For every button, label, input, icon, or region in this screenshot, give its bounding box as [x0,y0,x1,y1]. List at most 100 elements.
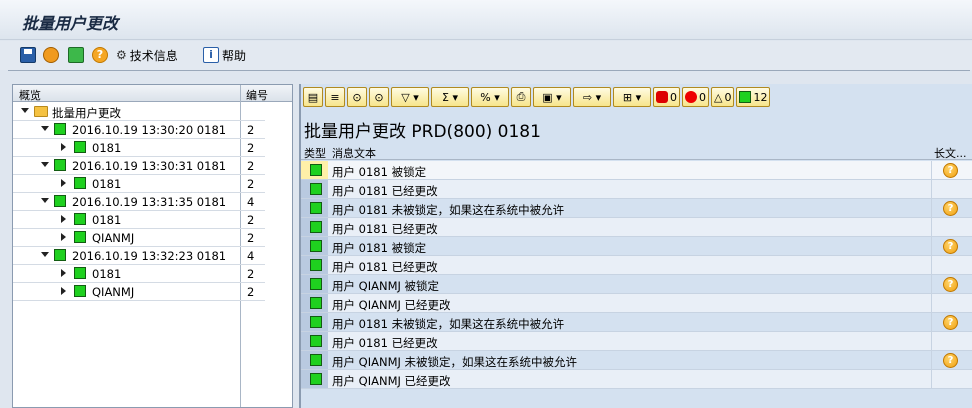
tree-node-label: 0181 [92,177,122,191]
status-green-icon [74,285,86,297]
long-text-cell: ? [931,313,972,331]
message-row[interactable]: 用户 QIANMJ 被锁定? [301,275,972,294]
success-counter-button[interactable]: 12 [736,87,771,107]
collapsed-arrow-icon[interactable] [61,215,66,223]
long-text-cell [931,256,972,274]
save-icon [20,47,36,63]
refresh-icon [43,47,59,63]
collapsed-arrow-icon[interactable] [61,143,66,151]
collapsed-arrow-icon[interactable] [61,269,66,277]
subtotal-button[interactable]: % ▾ [471,87,509,107]
message-row[interactable]: 用户 0181 未被锁定，如果这在系统中被允许? [301,313,972,332]
tree-run-node[interactable]: 2016.10.19 13:30:20 0181 2 [13,121,265,139]
tech-info-icon: ⚙ [116,48,127,62]
tree-user-node[interactable]: 0181 2 [13,265,265,283]
help-button[interactable]: i 帮助 [203,46,246,64]
long-text-help-icon[interactable]: ? [943,353,958,368]
tree-user-node[interactable]: 0181 2 [13,139,265,157]
tree-node-count: 2 [247,141,255,155]
expanded-arrow-icon[interactable] [41,252,49,257]
stop-count: 0 [670,90,677,104]
long-text-column-header[interactable]: 长文... [934,145,967,161]
tree-node-label: QIANMJ [92,285,135,299]
collapsed-arrow-icon[interactable] [61,233,66,241]
tree-node-count: 2 [247,159,255,173]
find-alv-button[interactable]: ⊙ [347,87,367,107]
message-text: 用户 0181 未被锁定，如果这在系统中被允许 [332,203,565,217]
binoculars-icon: ⊙ [352,90,362,104]
collapsed-arrow-icon[interactable] [61,179,66,187]
message-text: 用户 QIANMJ 已经更改 [332,374,451,388]
alv-toolbar: ▤ ≡ ⊙ ⊙ ▽ ▾ Σ ▾ % ▾ ⎙ ▣ ▾ ⇨ ▾ ⊞ ▾ 0 0 △ 0… [303,87,771,107]
tree-root-node[interactable]: 批量用户更改 [13,103,265,121]
expanded-arrow-icon[interactable] [41,198,49,203]
stop-counter-button[interactable]: 0 [653,87,680,107]
help-circle-button[interactable]: ? [92,46,108,64]
tech-info-button[interactable]: ⚙ 技术信息 [116,46,178,64]
export-button[interactable]: ⇨ ▾ [573,87,611,107]
warning-count: 0 [724,90,732,104]
collapsed-arrow-icon[interactable] [61,287,66,295]
long-text-cell [931,370,972,388]
tree-run-node[interactable]: 2016.10.19 13:30:31 0181 2 [13,157,265,175]
tree-node-label: 2016.10.19 13:30:20 0181 [72,123,227,137]
expanded-arrow-icon[interactable] [41,162,49,167]
message-row[interactable]: 用户 0181 被锁定? [301,161,972,180]
find-button[interactable] [68,46,84,64]
message-row[interactable]: 用户 0181 已经更改 [301,218,972,237]
long-text-help-icon[interactable]: ? [943,201,958,216]
long-text-help-icon[interactable]: ? [943,163,958,178]
title-bar: 批量用户更改 [0,0,972,40]
message-row[interactable]: 用户 QIANMJ 已经更改 [301,370,972,389]
message-text: 用户 0181 已经更改 [332,260,438,274]
refresh-button[interactable] [43,46,59,64]
toolbar-divider [8,70,970,71]
filter-button[interactable]: ▽ ▾ [391,87,429,107]
long-text-help-icon[interactable]: ? [943,315,958,330]
tree-node-count: 2 [247,267,255,281]
long-text-cell [931,180,972,198]
find-icon [68,47,84,63]
message-row[interactable]: 用户 0181 已经更改 [301,256,972,275]
type-column-header[interactable]: 类型 [304,145,326,161]
tree-user-node[interactable]: 0181 2 [13,175,265,193]
sort-button[interactable]: ≡ [325,87,345,107]
print-button[interactable]: ⎙ [511,87,531,107]
message-row[interactable]: 用户 0181 被锁定? [301,237,972,256]
message-row[interactable]: 用户 0181 未被锁定，如果这在系统中被允许? [301,199,972,218]
save-button[interactable] [20,46,36,64]
text-column-header[interactable]: 消息文本 [332,145,376,161]
long-text-help-icon[interactable]: ? [943,277,958,292]
long-text-cell [931,294,972,312]
status-green-icon [54,249,66,261]
message-row[interactable]: 用户 QIANMJ 已经更改 [301,294,972,313]
tree-user-node[interactable]: QIANMJ 2 [13,229,265,247]
layout-button[interactable]: ⊞ ▾ [613,87,651,107]
detail-button[interactable]: ▤ [303,87,323,107]
expanded-arrow-icon[interactable] [41,126,49,131]
expanded-arrow-icon[interactable] [21,108,29,113]
message-text: 用户 QIANMJ 未被锁定，如果这在系统中被允许 [332,355,578,369]
long-text-help-icon[interactable]: ? [943,239,958,254]
sum-button[interactable]: Σ ▾ [431,87,469,107]
tree-run-node[interactable]: 2016.10.19 13:32:23 0181 4 [13,247,265,265]
message-type-cell [301,237,328,255]
long-text-cell: ? [931,199,972,217]
find-next-button[interactable]: ⊙ [369,87,389,107]
error-counter-button[interactable]: 0 [682,87,709,107]
view-button[interactable]: ▣ ▾ [533,87,571,107]
tree-node-label: 2016.10.19 13:30:31 0181 [72,159,227,173]
message-row[interactable]: 用户 QIANMJ 未被锁定，如果这在系统中被允许? [301,351,972,370]
message-row[interactable]: 用户 0181 已经更改 [301,180,972,199]
question-icon: ? [92,47,108,63]
number-column-header[interactable]: 编号 [246,87,268,103]
tree-node-label: 0181 [92,141,122,155]
overview-column-header[interactable]: 概览 [19,87,41,103]
tree-run-node[interactable]: 2016.10.19 13:31:35 0181 4 [13,193,265,211]
warning-counter-button[interactable]: △ 0 [711,87,735,107]
tree-user-node[interactable]: QIANMJ 2 [13,283,265,301]
message-text: 用户 0181 已经更改 [332,184,438,198]
tree-user-node[interactable]: 0181 2 [13,211,265,229]
message-row[interactable]: 用户 0181 已经更改 [301,332,972,351]
tree-node-label: 2016.10.19 13:31:35 0181 [72,195,227,209]
